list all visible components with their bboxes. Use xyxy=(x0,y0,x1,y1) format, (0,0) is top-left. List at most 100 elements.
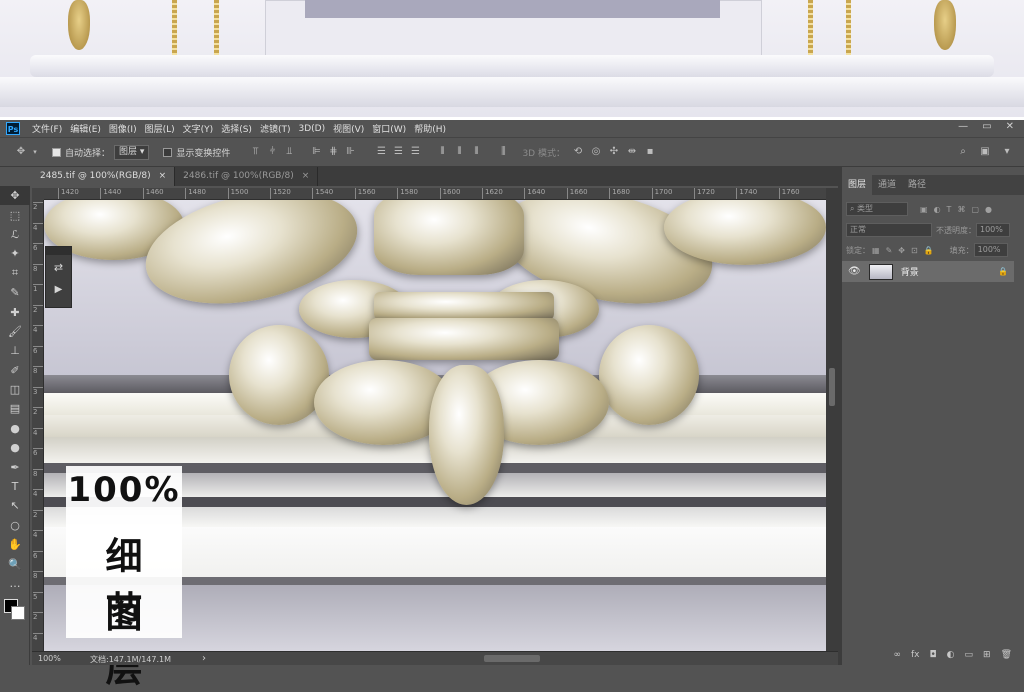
mask-icon[interactable]: ◘ xyxy=(930,650,937,660)
scroll-thumb[interactable] xyxy=(829,368,835,406)
stamp-icon[interactable]: ⊥ xyxy=(0,341,30,360)
distribute-vcenter-icon[interactable]: ☰ xyxy=(391,145,405,159)
panel-grip[interactable] xyxy=(46,247,71,255)
vertical-ruler[interactable]: 2 4 6 8 1 2 4 6 8 3 2 4 6 8 4 2 4 6 8 5 2 4 xyxy=(32,200,44,651)
filter-kind-dropdown[interactable]: ⌕ 类型 xyxy=(846,202,908,216)
menu-file[interactable]: 文件(F) xyxy=(32,122,62,135)
gradient-icon[interactable]: ▤ xyxy=(0,399,30,418)
fx-icon[interactable]: fx xyxy=(911,650,920,660)
filter-type-icon[interactable]: T xyxy=(947,205,952,214)
type-icon[interactable]: T xyxy=(0,477,30,496)
zoom-level[interactable]: 100% xyxy=(38,654,61,663)
filter-smart-icon[interactable]: ▢ xyxy=(971,205,979,214)
lock-pixels-icon[interactable]: ▦ xyxy=(872,246,880,255)
align-right-icon[interactable]: ⊪ xyxy=(343,145,357,159)
play-icon[interactable]: ▶ xyxy=(46,284,71,295)
distribute-right-icon[interactable]: ⦀ xyxy=(469,145,483,159)
menu-view[interactable]: 视图(V) xyxy=(333,122,364,135)
opacity-input[interactable]: 100% xyxy=(976,223,1010,237)
auto-select-dropdown[interactable]: 图层 ▾ xyxy=(114,144,150,160)
show-transform-checkbox[interactable] xyxy=(163,147,173,157)
background-color-swatch[interactable] xyxy=(11,606,25,621)
minimize-icon[interactable]: — xyxy=(958,121,968,132)
trash-icon[interactable]: 🗑 xyxy=(1001,650,1012,660)
more-icon[interactable]: … xyxy=(0,574,30,593)
drag-3d-icon[interactable]: ✣ xyxy=(607,145,621,159)
adjustment-icon[interactable]: ◐ xyxy=(947,650,955,660)
lasso-icon[interactable]: ℒ xyxy=(0,225,30,244)
layer-row[interactable]: 👁 背景 🔒 xyxy=(842,261,1014,282)
color-swatches[interactable] xyxy=(0,597,30,627)
close-icon[interactable]: × xyxy=(302,171,310,181)
distribute-left-icon[interactable]: ⦀ xyxy=(435,145,449,159)
history-brush-icon[interactable]: ✐ xyxy=(0,361,30,380)
distribute-top-icon[interactable]: ☰ xyxy=(374,145,388,159)
menu-select[interactable]: 选择(S) xyxy=(221,122,252,135)
link-icon[interactable]: ∞ xyxy=(894,650,902,660)
horizontal-scroll-thumb[interactable] xyxy=(484,655,540,662)
menu-filter[interactable]: 滤镜(T) xyxy=(260,122,291,135)
history-icon[interactable]: ⇄ xyxy=(46,261,71,274)
close-icon[interactable]: × xyxy=(159,171,167,181)
menu-layer[interactable]: 图层(L) xyxy=(145,122,175,135)
distribute-bottom-icon[interactable]: ☰ xyxy=(408,145,422,159)
distribute-hcenter-icon[interactable]: ⦀ xyxy=(452,145,466,159)
chevron-down-icon[interactable]: ▾ xyxy=(1000,145,1014,159)
new-layer-icon[interactable]: ⊞ xyxy=(983,650,991,660)
menu-3d[interactable]: 3D(D) xyxy=(298,124,325,134)
roll-3d-icon[interactable]: ◎ xyxy=(589,145,603,159)
workspace-icon[interactable]: ▣ xyxy=(978,145,992,159)
layer-name[interactable]: 背景 xyxy=(901,265,919,278)
tab-paths[interactable]: 路径 xyxy=(902,175,932,195)
restore-icon[interactable]: ▭ xyxy=(982,121,991,132)
tab-2486[interactable]: 2486.tif @ 100%(RGB/8) × xyxy=(175,167,319,186)
shape-icon[interactable]: ○ xyxy=(0,516,30,535)
zoom-icon[interactable]: 🔍 xyxy=(0,554,30,573)
crop-icon[interactable]: ⌗ xyxy=(0,264,30,283)
brush-icon[interactable]: 🖌 xyxy=(0,322,30,341)
horizontal-ruler[interactable]: 1420 1440 1460 1480 1500 1520 1540 1560 1580 1600… xyxy=(44,188,826,200)
scale-3d-icon[interactable]: ▪ xyxy=(643,145,657,159)
lock-all-icon[interactable]: 🔒 xyxy=(924,246,934,255)
filter-adjust-icon[interactable]: ◐ xyxy=(934,205,941,214)
tab-layers[interactable]: 图层 xyxy=(842,175,873,195)
status-arrow-icon[interactable]: › xyxy=(202,653,206,664)
fill-input[interactable]: 100% xyxy=(973,243,1008,257)
close-icon[interactable]: ✕ xyxy=(1006,121,1014,132)
filter-pixel-icon[interactable]: ▣ xyxy=(920,205,928,214)
align-bottom-icon[interactable]: ⫫ xyxy=(282,145,296,159)
group-icon[interactable]: ▭ xyxy=(965,650,974,660)
vertical-scrollbar[interactable] xyxy=(826,188,838,651)
marquee-icon[interactable]: ⬚ xyxy=(0,205,30,224)
move-tool-icon[interactable]: ✥ xyxy=(14,145,28,159)
eraser-icon[interactable]: ◫ xyxy=(0,380,30,399)
menu-window[interactable]: 窗口(W) xyxy=(372,122,406,135)
orbit-3d-icon[interactable]: ⟲ xyxy=(571,145,585,159)
eye-icon[interactable]: 👁 xyxy=(848,266,861,277)
ruler-corner[interactable] xyxy=(32,188,44,200)
lock-position-icon[interactable]: ✥ xyxy=(898,246,905,255)
path-select-icon[interactable]: ↖ xyxy=(0,496,30,515)
filter-toggle-icon[interactable]: ● xyxy=(985,205,992,214)
auto-align-icon[interactable]: ⫼ xyxy=(496,145,510,159)
eyedropper-icon[interactable]: ✎ xyxy=(0,283,30,302)
search-icon[interactable]: ⌕ xyxy=(956,145,970,159)
magic-wand-icon[interactable]: ✦ xyxy=(0,244,30,263)
tab-2485[interactable]: 2485.tif @ 100%(RGB/8) × xyxy=(32,167,176,186)
filter-shape-icon[interactable]: ⌘ xyxy=(957,205,965,214)
menu-image[interactable]: 图像(I) xyxy=(109,122,137,135)
slide-3d-icon[interactable]: ⇹ xyxy=(625,145,639,159)
menu-help[interactable]: 帮助(H) xyxy=(414,122,446,135)
move-icon[interactable]: ✥ xyxy=(0,186,30,206)
photoshop-logo-icon[interactable]: Ps xyxy=(6,122,20,135)
align-left-icon[interactable]: ⊫ xyxy=(309,145,323,159)
hand-icon[interactable]: ✋ xyxy=(0,535,30,554)
dodge-icon[interactable]: ● xyxy=(0,438,30,457)
auto-select-checkbox[interactable] xyxy=(52,147,61,157)
healing-icon[interactable]: ✚ xyxy=(0,302,30,321)
tab-channels[interactable]: 通道 xyxy=(872,175,902,195)
align-hcenter-icon[interactable]: ⋕ xyxy=(326,145,340,159)
blur-icon[interactable]: ● xyxy=(0,419,30,438)
lock-artboard-icon[interactable]: ⊡ xyxy=(911,246,918,255)
menu-type[interactable]: 文字(Y) xyxy=(183,122,214,135)
